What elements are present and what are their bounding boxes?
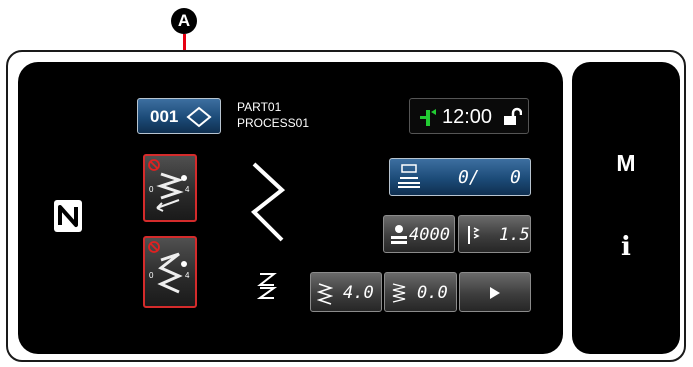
mode-key[interactable]: M xyxy=(572,150,680,177)
needle-setting-button[interactable]: 1.5 xyxy=(458,215,531,253)
stitch-length-icon xyxy=(317,283,333,305)
condense-icon xyxy=(257,273,278,299)
pattern-name: PART01 xyxy=(237,100,282,114)
reverse-stitch-button-1[interactable]: 0 4 xyxy=(143,154,197,222)
pattern-process: PROCESS01 xyxy=(237,116,310,130)
lock-open-icon xyxy=(504,107,522,125)
counter-icon xyxy=(398,164,420,188)
reverse-stitch-icon: 0 4 xyxy=(148,159,190,212)
stitch-count-button[interactable]: 4000 xyxy=(383,215,455,253)
stitch-length-value: 4.0 xyxy=(343,283,374,303)
reverse-stitch-icon: 0 4 xyxy=(148,241,190,294)
counter-value: 0/ xyxy=(458,167,480,188)
zigzag-icon xyxy=(250,162,286,242)
reverse-stitch-button-2[interactable]: 0 4 xyxy=(143,236,197,308)
callout-a: A xyxy=(171,8,197,34)
counter-button[interactable]: 0/ 0 xyxy=(389,158,531,196)
counter-total: 0 xyxy=(510,167,521,188)
condensation-button[interactable]: 0.0 xyxy=(384,272,457,312)
status-bar[interactable]: 12:00 xyxy=(409,98,529,134)
info-key[interactable]: i xyxy=(572,232,680,262)
svg-text:0: 0 xyxy=(149,271,154,280)
condense-stitch-icon xyxy=(392,283,406,303)
svg-text:0: 0 xyxy=(149,185,154,194)
nfc-icon xyxy=(53,199,83,233)
thread-icon xyxy=(420,109,436,126)
needle-setting-value: 1.5 xyxy=(499,225,530,245)
arrow-diamond-icon xyxy=(186,106,212,128)
program-number: 001 xyxy=(150,107,179,126)
side-panel: M i xyxy=(572,62,680,354)
svg-text:4: 4 xyxy=(185,185,190,194)
stitch-length-button[interactable]: 4.0 xyxy=(310,272,382,312)
stitch-count-value: 4000 xyxy=(409,225,450,245)
svg-text:4: 4 xyxy=(185,271,190,280)
stitch-count-icon xyxy=(391,225,407,244)
main-screen: 001 PART01 PROCESS01 12:00 0 4 0 4 0/ 0 … xyxy=(18,62,563,354)
time-display: 12:00 xyxy=(442,106,493,128)
play-button[interactable] xyxy=(459,272,531,312)
play-icon xyxy=(490,287,500,299)
program-number-button[interactable]: 001 xyxy=(137,98,221,134)
callout-label: A xyxy=(177,11,191,30)
needle-icon xyxy=(468,226,480,244)
condensation-value: 0.0 xyxy=(417,283,448,303)
